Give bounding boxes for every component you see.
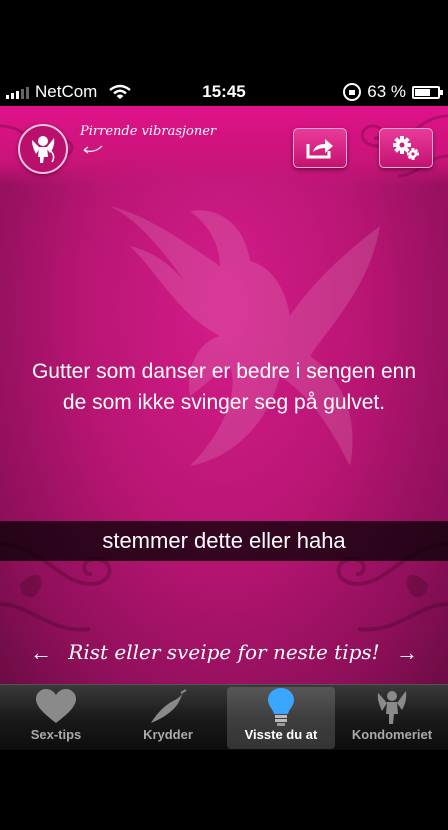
next-arrow[interactable]: → <box>396 640 418 666</box>
battery-percent: 63 % <box>367 82 406 101</box>
tab-label: Kondomeriet <box>351 727 433 742</box>
chili-icon <box>151 689 187 723</box>
tab-label: Visste du at <box>244 727 318 742</box>
snapchat-caption: stemmer dette eller haha <box>0 521 448 561</box>
rotation-lock-icon <box>343 83 362 101</box>
swipe-hint-text: Rist eller sveipe for neste tips! <box>68 640 380 664</box>
status-bar: NetCom 15:45 63 % <box>0 78 448 106</box>
app-tagline: Pirrende vibrasjoner <box>80 124 217 139</box>
background-cupid-silhouette <box>110 206 380 466</box>
share-button[interactable] <box>293 128 347 168</box>
status-right: 63 % <box>343 82 443 102</box>
settings-button[interactable] <box>379 128 433 168</box>
app-screen[interactable]: Pirrende vibrasjoner Gutter som danser e… <box>0 106 448 684</box>
share-icon <box>306 139 333 159</box>
battery-fill <box>415 88 431 96</box>
tab-sex-tips[interactable]: Sex-tips <box>2 687 110 749</box>
previous-arrow[interactable]: ← <box>30 640 52 666</box>
top-letterbox <box>0 0 448 78</box>
app-logo[interactable] <box>18 124 68 174</box>
cupid-logo-icon <box>32 136 55 163</box>
tab-krydder[interactable]: Krydder <box>114 687 222 749</box>
tab-kondomeriet[interactable]: Kondomeriet <box>338 687 446 749</box>
tagline-arrow-icon <box>83 145 103 154</box>
heart-icon <box>36 689 76 723</box>
cupid-icon <box>377 691 407 724</box>
swipe-hint: ← Rist eller sveipe for neste tips! → <box>0 636 448 672</box>
tab-label: Krydder <box>143 727 193 742</box>
tab-label: Sex-tips <box>30 727 82 742</box>
gear-icon <box>393 136 419 160</box>
tab-visste-du-at[interactable]: Visste du at <box>227 687 335 749</box>
battery-icon <box>412 85 443 99</box>
bottom-letterbox <box>0 750 448 830</box>
tip-text: Gutter som danser er bedre i sengen enn … <box>31 360 417 414</box>
tab-bar: Sex-tips Krydder Visste du at Kondomerie… <box>0 684 448 750</box>
lightbulb-icon <box>268 688 294 726</box>
